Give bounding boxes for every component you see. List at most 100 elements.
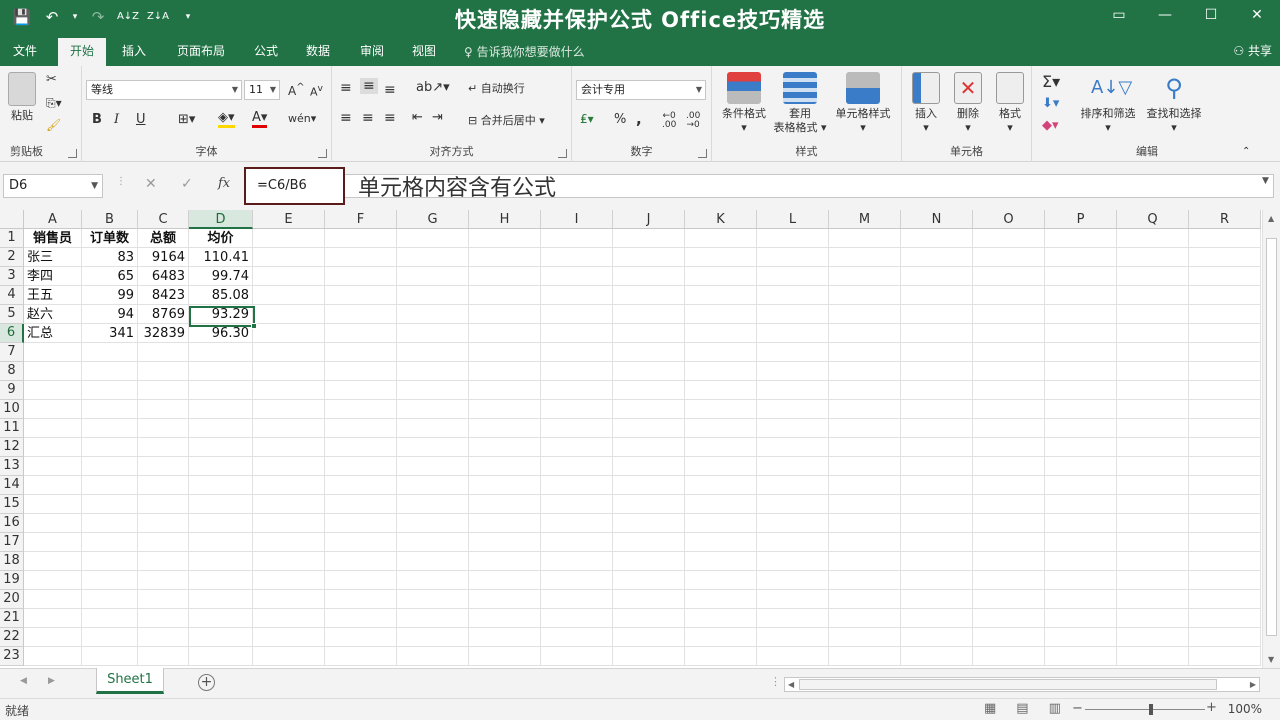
collapse-ribbon-icon[interactable]: ⌃ <box>1242 146 1250 157</box>
tell-me-search[interactable]: ♀ 告诉我你想要做什么 <box>464 43 585 60</box>
share-button[interactable]: ⚇ 共享 <box>1233 42 1272 59</box>
minimize-button[interactable]: — <box>1142 0 1188 30</box>
column-header-g[interactable]: G <box>397 210 469 229</box>
horizontal-scrollbar[interactable]: ◀ ▶ <box>784 677 1260 692</box>
copy-icon[interactable]: ⎘▾ <box>46 96 62 111</box>
format-as-table-button[interactable]: 套用 表格格式 ▾ <box>772 72 828 135</box>
row-header-14[interactable]: 14 <box>0 476 24 495</box>
column-header-f[interactable]: F <box>325 210 397 229</box>
column-header-e[interactable]: E <box>253 210 325 229</box>
row-header-8[interactable]: 8 <box>0 362 24 381</box>
decrease-indent-icon[interactable]: ⇤ <box>412 110 423 125</box>
name-cell[interactable]: 李四 <box>24 267 81 286</box>
value-cell[interactable]: 99 <box>82 286 137 305</box>
value-cell[interactable]: 94 <box>82 305 137 324</box>
align-center-icon[interactable]: ≡ <box>362 110 374 126</box>
column-header-n[interactable]: N <box>901 210 973 229</box>
enter-icon[interactable]: ✓ <box>181 176 193 192</box>
comma-button[interactable]: , <box>636 110 642 128</box>
scroll-left-icon[interactable]: ◀ <box>788 678 794 691</box>
row-header-17[interactable]: 17 <box>0 533 24 552</box>
row-header-16[interactable]: 16 <box>0 514 24 533</box>
normal-view-icon[interactable]: ▦ <box>984 701 996 716</box>
worksheet-grid[interactable]: A B C D E F G H I J K L M N O P Q R 1 2 3 4 5 6 7 8 9 10 11 12 13 14 15 1… <box>0 210 1280 668</box>
name-cell[interactable]: 张三 <box>24 248 81 267</box>
tab-splitter-icon[interactable]: ⋮ <box>770 675 781 688</box>
tab-insert[interactable]: 插入 <box>112 40 156 66</box>
column-header-p[interactable]: P <box>1045 210 1117 229</box>
column-header-d[interactable]: D <box>189 210 253 229</box>
formula-value-highlight[interactable]: =C6/B6 <box>244 167 345 205</box>
row-header-22[interactable]: 22 <box>0 628 24 647</box>
alignment-launcher-icon[interactable] <box>558 149 567 158</box>
fill-icon[interactable]: ⬇▾ <box>1042 96 1059 111</box>
value-cell[interactable]: 8423 <box>138 286 188 305</box>
tab-home[interactable]: 开始 <box>58 38 106 66</box>
number-format-combo[interactable]: 会计专用 ▼ <box>576 80 706 100</box>
tab-formulas[interactable]: 公式 <box>244 40 288 66</box>
zoom-level[interactable]: 100% <box>1228 702 1262 716</box>
select-all-corner[interactable] <box>0 210 24 229</box>
add-sheet-icon[interactable]: + <box>198 674 215 691</box>
column-header-o[interactable]: O <box>973 210 1045 229</box>
insert-function-button[interactable]: fx <box>218 176 230 191</box>
grow-font-icon[interactable]: A^ <box>288 82 305 98</box>
find-select-button[interactable]: ⚲ 查找和选择 ▾ <box>1142 72 1206 135</box>
column-header-q[interactable]: Q <box>1117 210 1189 229</box>
row-header-4[interactable]: 4 <box>0 286 24 305</box>
decrease-decimal-icon[interactable]: .00 →0 <box>686 112 700 130</box>
row-header-3[interactable]: 3 <box>0 267 24 286</box>
orientation-icon[interactable]: ab↗▾ <box>416 80 450 95</box>
row-header-9[interactable]: 9 <box>0 381 24 400</box>
value-cell[interactable]: 110.41 <box>189 248 252 267</box>
align-middle-icon[interactable]: ≡ <box>360 78 378 94</box>
bold-button[interactable]: B <box>92 112 102 127</box>
maximize-button[interactable]: ☐ <box>1188 0 1234 30</box>
row-header-11[interactable]: 11 <box>0 419 24 438</box>
font-color-icon[interactable]: A▾ <box>252 110 268 128</box>
clipboard-launcher-icon[interactable] <box>68 149 77 158</box>
name-cell[interactable]: 王五 <box>24 286 81 305</box>
column-header-c[interactable]: C <box>138 210 189 229</box>
value-cell[interactable]: 85.08 <box>189 286 252 305</box>
name-cell[interactable]: 赵六 <box>24 305 81 324</box>
close-button[interactable]: ✕ <box>1234 0 1280 30</box>
page-break-view-icon[interactable]: ▥ <box>1049 701 1061 716</box>
value-cell[interactable]: 9164 <box>138 248 188 267</box>
expand-formula-icon[interactable]: ▼ <box>1262 176 1269 186</box>
currency-icon[interactable]: ₤▾ <box>580 112 594 126</box>
row-header-5[interactable]: 5 <box>0 305 24 324</box>
phonetic-icon[interactable]: wén▾ <box>288 112 316 125</box>
italic-button[interactable]: I <box>114 112 119 127</box>
row-header-12[interactable]: 12 <box>0 438 24 457</box>
next-sheet-icon[interactable]: ▶ <box>48 676 55 686</box>
zoom-slider[interactable] <box>1085 704 1205 715</box>
zoom-slider-knob[interactable] <box>1149 704 1153 715</box>
clear-icon[interactable]: ◆▾ <box>1042 118 1059 133</box>
header-cell[interactable]: 订单数 <box>82 229 137 248</box>
column-header-l[interactable]: L <box>757 210 829 229</box>
cell-styles-button[interactable]: 单元格样式 ▾ <box>830 72 896 135</box>
underline-button[interactable]: U <box>136 112 146 127</box>
column-header-j[interactable]: J <box>613 210 685 229</box>
font-size-combo[interactable]: 11 ▼ <box>244 80 280 100</box>
zoom-out-icon[interactable]: − <box>1072 701 1083 716</box>
page-layout-view-icon[interactable]: ▤ <box>1016 701 1028 716</box>
value-cell[interactable]: 341 <box>82 324 137 343</box>
column-header-r[interactable]: R <box>1189 210 1261 229</box>
header-cell[interactable]: 销售员 <box>24 229 81 248</box>
tab-file[interactable]: 文件 <box>4 40 46 66</box>
name-box[interactable]: D6 ▼ <box>3 174 103 198</box>
row-header-7[interactable]: 7 <box>0 343 24 362</box>
row-header-15[interactable]: 15 <box>0 495 24 514</box>
scroll-down-icon[interactable]: ▼ <box>1268 655 1274 664</box>
wrap-text-button[interactable]: ↵ 自动换行 <box>468 80 525 96</box>
row-header-2[interactable]: 2 <box>0 248 24 267</box>
ribbon-display-icon[interactable]: ▭ <box>1096 0 1142 30</box>
value-cell[interactable]: 8769 <box>138 305 188 324</box>
prev-sheet-icon[interactable]: ◀ <box>20 676 27 686</box>
row-header-13[interactable]: 13 <box>0 457 24 476</box>
sheet-tab-sheet1[interactable]: Sheet1 <box>96 668 164 694</box>
format-cells-button[interactable]: 格式 ▾ <box>990 72 1030 135</box>
horizontal-scroll-thumb[interactable] <box>799 679 1217 690</box>
